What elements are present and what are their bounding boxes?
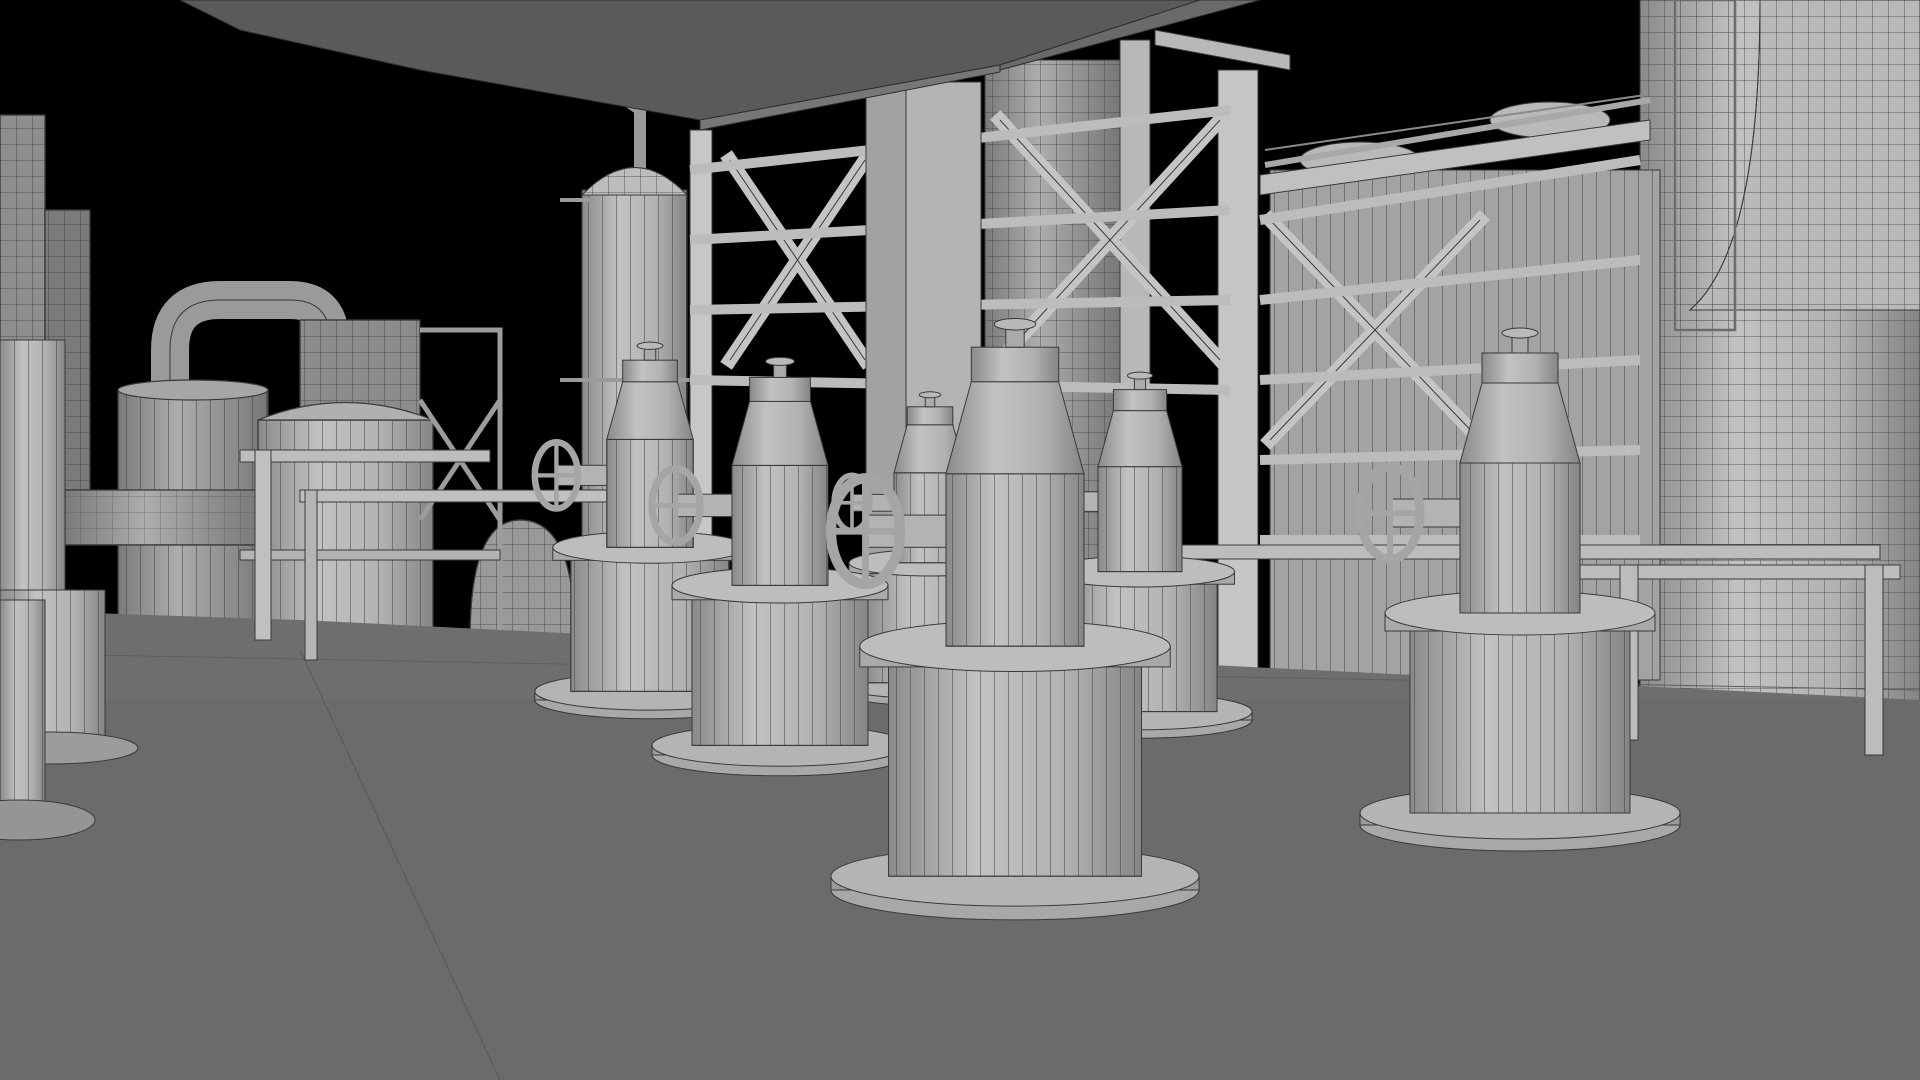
refinery-wireframe-render xyxy=(0,0,1920,1080)
viewport-3d xyxy=(0,0,1920,1080)
